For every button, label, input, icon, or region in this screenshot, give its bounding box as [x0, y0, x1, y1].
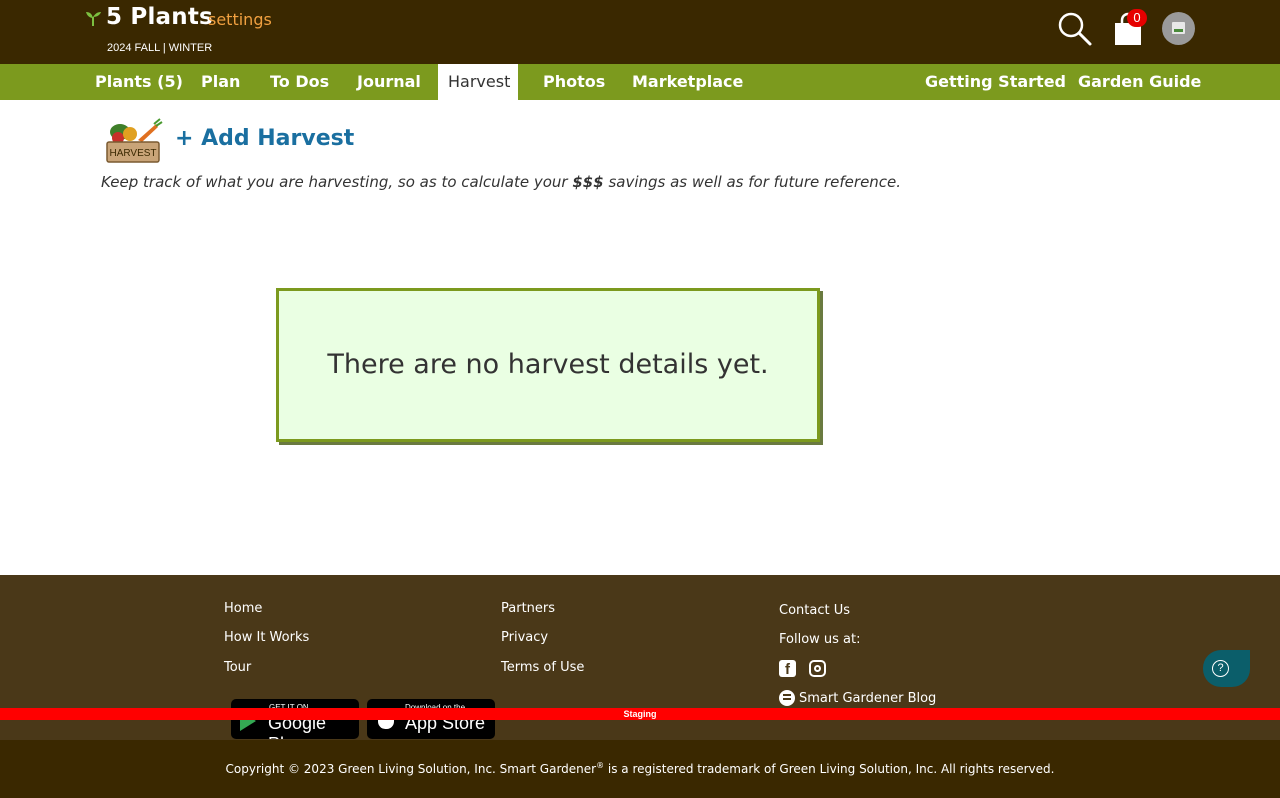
nav-getting-started[interactable]: Getting Started [925, 64, 1066, 100]
garden-title[interactable]: 5 Plants [106, 4, 213, 30]
nav-marketplace[interactable]: Marketplace [632, 64, 743, 100]
footer-link-tour[interactable]: Tour [224, 660, 251, 675]
footer-link-partners[interactable]: Partners [501, 601, 555, 616]
nav-garden-guide[interactable]: Garden Guide [1078, 64, 1201, 100]
main-nav: Plants (5) Plan To Dos Journal Harvest P… [0, 64, 1280, 100]
footer-link-blog[interactable]: Smart Gardener Blog [799, 691, 936, 706]
avatar-image-icon [1172, 22, 1185, 34]
cart-count-badge: 0 [1127, 9, 1147, 27]
intro-text-end: savings as well as for future reference. [603, 173, 902, 191]
footer-link-how-it-works[interactable]: How It Works [224, 630, 309, 645]
intro-text-start: Keep track of what you are harvesting, s… [101, 173, 573, 191]
season-label: 2024 FALL | WINTER [107, 42, 213, 54]
help-button[interactable]: ? [1203, 650, 1250, 687]
harvest-logo-text: HARVEST [109, 148, 156, 159]
footer-link-terms[interactable]: Terms of Use [501, 660, 584, 675]
nav-plan[interactable]: Plan [201, 64, 240, 100]
footer-link-privacy[interactable]: Privacy [501, 630, 548, 645]
nav-plants[interactable]: Plants (5) [95, 64, 183, 100]
help-icon: ? [1212, 660, 1229, 677]
copyright-text: Copyright © 2023 Green Living Solution, … [0, 761, 1280, 776]
nav-todos[interactable]: To Dos [270, 64, 329, 100]
add-harvest-button[interactable]: + Add Harvest [175, 126, 354, 151]
nav-harvest[interactable]: Harvest [438, 64, 518, 100]
footer-link-contact[interactable]: Contact Us [779, 603, 850, 618]
follow-us-label: Follow us at: [779, 632, 861, 647]
empty-state-message: There are no harvest details yet. [327, 349, 769, 380]
blogger-icon[interactable] [779, 690, 795, 706]
search-icon[interactable] [1057, 11, 1093, 47]
copyright-bar: Copyright © 2023 Green Living Solution, … [0, 740, 1280, 798]
harvest-basket-icon: HARVEST [106, 118, 163, 163]
empty-state-box: There are no harvest details yet. [276, 288, 820, 442]
registered-mark: ® [596, 761, 605, 770]
copyright-start: Copyright © 2023 Green Living Solution, … [225, 762, 597, 776]
nav-photos[interactable]: Photos [543, 64, 605, 100]
settings-link[interactable]: settings [208, 10, 272, 29]
avatar[interactable] [1162, 12, 1195, 45]
staging-banner: Staging [0, 708, 1280, 720]
instagram-icon[interactable] [809, 660, 826, 677]
copyright-end: is a registered trademark of Green Livin… [604, 762, 1055, 776]
harvest-intro-text: Keep track of what you are harvesting, s… [101, 173, 901, 191]
facebook-icon[interactable]: f [779, 660, 796, 678]
intro-text-bold: $$$ [572, 173, 604, 191]
sprout-icon [86, 12, 101, 26]
nav-journal[interactable]: Journal [357, 64, 421, 100]
footer-link-home[interactable]: Home [224, 601, 262, 616]
